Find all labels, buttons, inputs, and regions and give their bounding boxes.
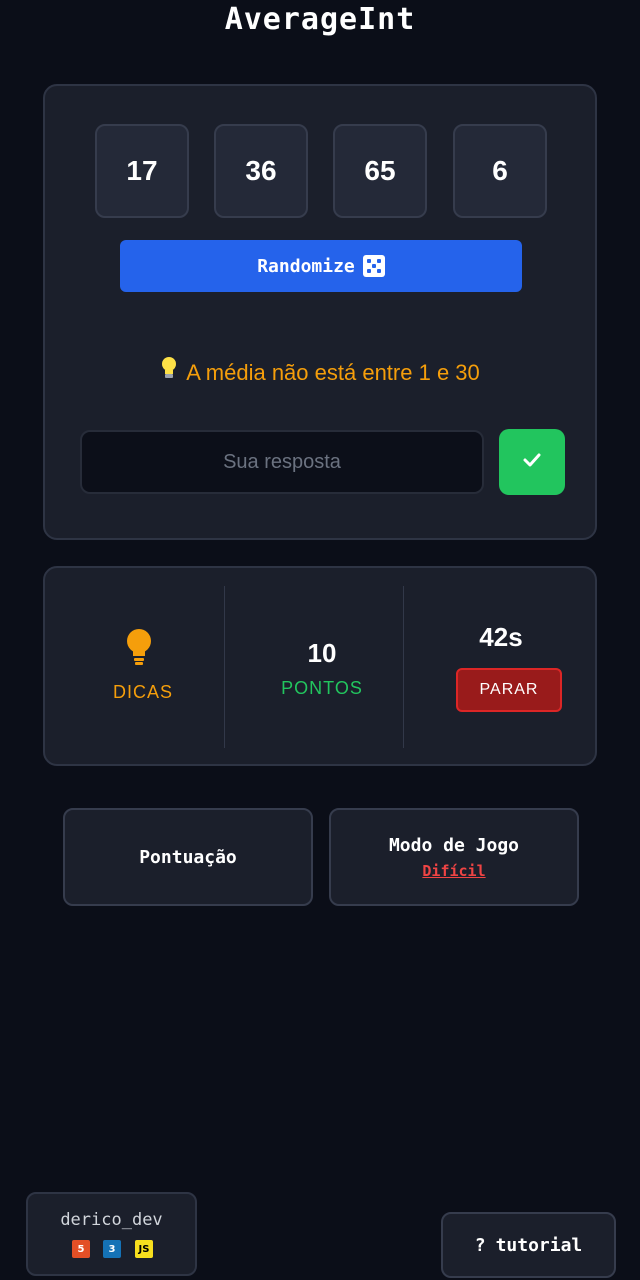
- credit-badge[interactable]: derico_dev 5 3 JS: [26, 1192, 197, 1276]
- js-icon: JS: [135, 1240, 153, 1258]
- checkmark-icon: [521, 449, 543, 475]
- dice-icon: [362, 255, 385, 277]
- number-box-2: 36: [214, 124, 308, 218]
- hints-stat[interactable]: DICAS: [53, 568, 233, 764]
- css3-icon: 3: [103, 1240, 121, 1258]
- game-mode-button[interactable]: Modo de Jogo Difícil: [329, 808, 579, 906]
- game-panel: 17 36 65 6 Randomize A média não está en…: [43, 84, 597, 540]
- timer-value: 42s: [479, 622, 523, 652]
- app-title: AverageInt: [224, 2, 416, 37]
- randomize-button[interactable]: Randomize: [120, 240, 522, 292]
- html5-icon: 5: [72, 1240, 90, 1258]
- points-label: PONTOS: [281, 678, 363, 698]
- lightbulb-icon: [160, 356, 178, 386]
- number-box-1: 17: [95, 124, 189, 218]
- randomize-label: Randomize: [257, 255, 355, 277]
- number-box-4: 6: [453, 124, 547, 218]
- score-button[interactable]: Pontuação: [63, 808, 313, 906]
- answer-input[interactable]: [80, 430, 484, 494]
- lightbulb-icon: [125, 628, 153, 670]
- tutorial-label: tutorial: [495, 1234, 583, 1256]
- tutorial-button[interactable]: ? tutorial: [441, 1212, 616, 1278]
- stat-divider: [224, 586, 225, 748]
- timer-stat: 42s PARAR: [411, 568, 591, 764]
- question-icon: ?: [474, 1234, 486, 1256]
- game-mode-value[interactable]: Difícil: [422, 862, 485, 880]
- submit-button[interactable]: [499, 429, 565, 495]
- stat-divider: [403, 586, 404, 748]
- points-value: 10: [307, 638, 337, 668]
- number-box-3: 65: [333, 124, 427, 218]
- hint-message: A média não está entre 1 e 30: [45, 356, 595, 386]
- stats-panel: DICAS 10 PONTOS 42s PARAR: [43, 566, 597, 766]
- hint-text: A média não está entre 1 e 30: [186, 360, 480, 385]
- hints-label: DICAS: [112, 682, 173, 702]
- stop-button[interactable]: PARAR: [456, 668, 562, 712]
- credit-name: derico_dev: [60, 1210, 163, 1230]
- points-stat: 10 PONTOS: [232, 568, 412, 764]
- game-mode-label: Modo de Jogo: [388, 834, 520, 856]
- score-label: Pontuação: [139, 846, 237, 868]
